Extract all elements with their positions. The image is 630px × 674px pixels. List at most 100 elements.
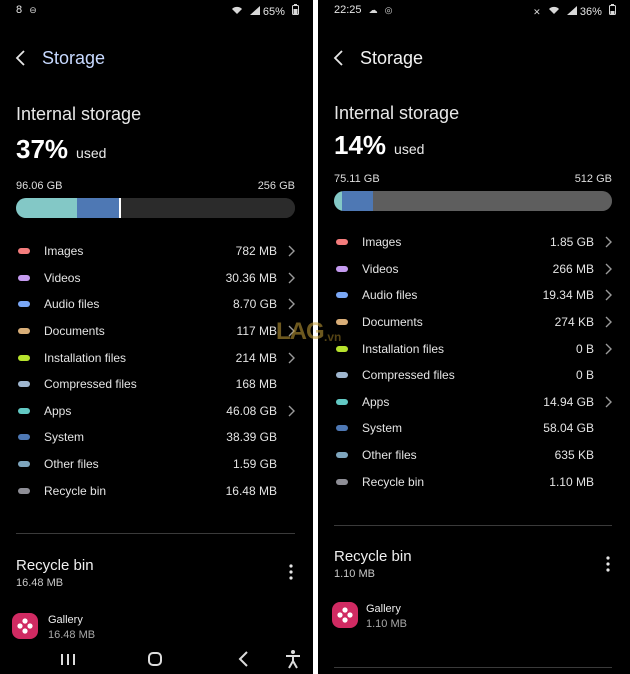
category-row-system: System 38.39 GB xyxy=(16,424,295,451)
category-row-documents[interactable]: Documents 117 MB xyxy=(16,318,295,345)
recent-apps-icon[interactable] xyxy=(56,648,80,670)
recycle-bin-title: Recycle bin xyxy=(334,548,412,565)
chevron-right-icon[interactable] xyxy=(604,396,612,408)
category-size: 0 B xyxy=(575,341,594,356)
category-row-recycle-bin: Recycle bin 1.10 MB xyxy=(334,468,612,495)
category-label: Documents xyxy=(362,315,423,330)
page-title: Storage xyxy=(360,48,424,68)
category-size: 1.59 GB xyxy=(232,457,277,472)
divider xyxy=(334,525,612,526)
chevron-right-icon[interactable] xyxy=(287,245,295,257)
more-options-icon[interactable] xyxy=(289,564,293,580)
category-label: Recycle bin xyxy=(362,474,425,489)
category-label: Installation files xyxy=(362,341,445,356)
gallery-app-icon[interactable] xyxy=(332,602,358,628)
category-row-videos[interactable]: Videos 30.36 MB xyxy=(16,265,295,292)
bar-segment-apps xyxy=(334,191,343,211)
category-size: 8.70 GB xyxy=(232,297,277,312)
chevron-right-icon[interactable] xyxy=(604,316,612,328)
chevron-right-icon[interactable] xyxy=(604,289,612,301)
category-row-documents[interactable]: Documents 274 KB xyxy=(334,309,612,336)
category-color-dot xyxy=(18,328,30,335)
back-arrow-icon[interactable] xyxy=(332,48,346,68)
internal-storage-label: Internal storage xyxy=(334,103,460,123)
category-color-dot xyxy=(18,487,30,494)
category-color-dot xyxy=(18,381,30,388)
category-size: 1.85 GB xyxy=(549,235,594,250)
category-color-dot xyxy=(336,265,348,272)
gallery-size: 1.10 MB xyxy=(366,618,407,630)
category-row-other-files: Other files 635 KB xyxy=(334,442,612,469)
category-row-audio-files[interactable]: Audio files 8.70 GB xyxy=(16,291,295,318)
accessibility-icon[interactable] xyxy=(281,648,305,670)
gallery-name: Gallery xyxy=(48,614,83,626)
category-label: Videos xyxy=(362,261,399,276)
category-size: 46.08 GB xyxy=(226,403,277,418)
do-not-disturb-icon: ⊖ xyxy=(29,5,37,15)
status-time: 8 xyxy=(16,4,23,16)
category-row-compressed-files: Compressed files 168 MB xyxy=(16,371,295,398)
home-icon[interactable] xyxy=(143,648,167,670)
used-size: 96.06 GB xyxy=(16,180,63,192)
storage-screen-left: 8 ⊖ 65% Storage Internal storage 37% used… xyxy=(0,0,313,674)
category-color-dot xyxy=(18,434,30,441)
category-color-dot xyxy=(336,292,348,299)
divider xyxy=(16,533,295,534)
category-row-videos[interactable]: Videos 266 MB xyxy=(334,256,612,283)
category-row-apps[interactable]: Apps 46.08 GB xyxy=(16,398,295,425)
chevron-right-icon[interactable] xyxy=(604,263,612,275)
chevron-right-icon[interactable] xyxy=(604,343,612,355)
category-row-installation-files[interactable]: Installation files 0 B xyxy=(334,335,612,362)
divider xyxy=(334,667,612,668)
category-row-installation-files[interactable]: Installation files 214 MB xyxy=(16,344,295,371)
category-size: 1.10 MB xyxy=(549,474,594,489)
category-color-dot xyxy=(336,452,348,459)
gallery-size: 16.48 MB xyxy=(48,629,96,641)
used-size: 75.11 GB xyxy=(334,173,380,185)
navigation-bar xyxy=(0,644,313,674)
category-size: 19.34 MB xyxy=(542,288,594,303)
back-arrow-icon[interactable] xyxy=(14,48,28,68)
category-color-dot xyxy=(18,354,30,361)
used-percent: 37% used xyxy=(16,134,107,164)
storage-usage-bar xyxy=(16,198,295,218)
category-color-dot xyxy=(336,478,348,485)
category-size: 38.39 GB xyxy=(226,430,277,445)
internal-storage-label: Internal storage xyxy=(16,104,142,124)
recycle-bin-size: 1.10 MB xyxy=(334,568,375,580)
category-size: 266 MB xyxy=(552,261,594,276)
back-nav-icon[interactable] xyxy=(232,648,256,670)
category-label: System xyxy=(362,421,403,436)
chevron-right-icon[interactable] xyxy=(287,298,295,310)
recycle-bin-title: Recycle bin xyxy=(16,557,94,574)
mute-icon: ✕ xyxy=(533,7,541,17)
signal-icon xyxy=(566,6,577,17)
category-label: Recycle bin xyxy=(44,483,107,498)
battery-percent: 36% xyxy=(579,6,602,18)
gallery-app-icon[interactable] xyxy=(12,613,38,639)
chevron-right-icon[interactable] xyxy=(287,272,295,284)
bar-segment-system xyxy=(77,198,120,218)
category-row-audio-files[interactable]: Audio files 19.34 MB xyxy=(334,282,612,309)
category-label: Images xyxy=(44,244,84,259)
category-row-images[interactable]: Images 1.85 GB xyxy=(334,229,612,256)
category-size: 117 MB xyxy=(236,324,277,339)
category-row-apps[interactable]: Apps 14.94 GB xyxy=(334,389,612,416)
page-title: Storage xyxy=(42,48,106,68)
category-label: Compressed files xyxy=(362,368,455,383)
category-label: Other files xyxy=(362,448,417,463)
recycle-bin-size: 16.48 MB xyxy=(16,577,64,589)
category-color-dot xyxy=(18,274,30,281)
status-bar: 8 ⊖ 65% xyxy=(16,4,299,18)
chevron-right-icon[interactable] xyxy=(287,405,295,417)
total-size: 256 GB xyxy=(257,180,295,192)
category-color-dot xyxy=(18,248,30,255)
category-size: 168 MB xyxy=(235,377,277,392)
sync-icon: ◎ xyxy=(384,5,393,15)
bar-segment-apps xyxy=(16,198,78,218)
more-options-icon[interactable] xyxy=(606,556,610,572)
category-size: 14.94 GB xyxy=(543,394,594,409)
chevron-right-icon[interactable] xyxy=(604,236,612,248)
used-percent: 14% used xyxy=(334,130,425,160)
category-row-images[interactable]: Images 782 MB xyxy=(16,238,295,265)
